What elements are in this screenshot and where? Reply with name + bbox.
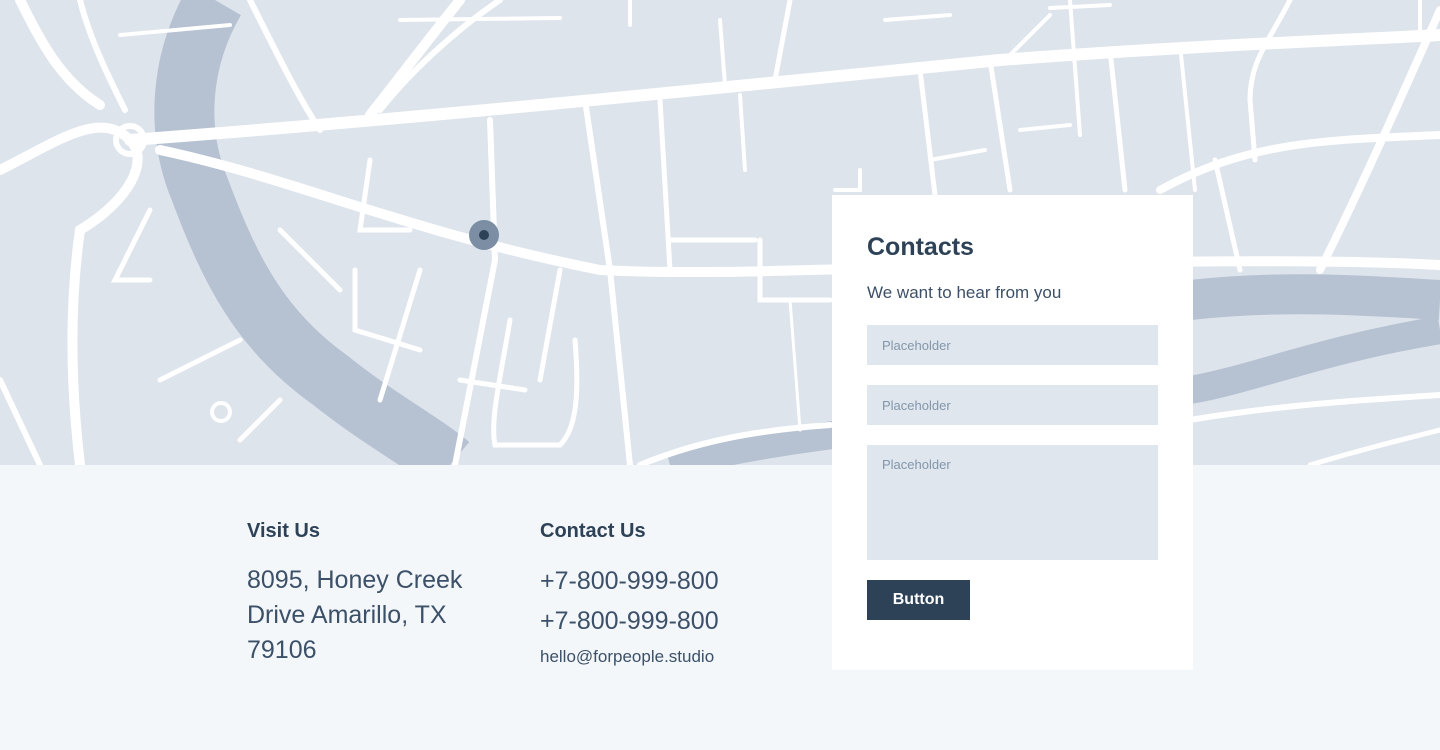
map-graphic <box>0 0 1440 465</box>
phone-number-2[interactable]: +7-800-999-800 <box>540 601 800 641</box>
road-s4 <box>377 267 423 403</box>
form-subtitle: We want to hear from you <box>867 283 1062 302</box>
road-c6 <box>1018 123 1072 132</box>
road-w2 <box>157 337 243 383</box>
map[interactable] <box>0 0 1440 465</box>
road-v5 <box>772 0 793 83</box>
road-v4 <box>738 93 747 172</box>
road-v6 <box>917 67 938 198</box>
road-nw <box>15 0 105 110</box>
road-west-loop <box>0 122 143 465</box>
road-se-2 <box>1307 427 1440 465</box>
road-main-e <box>155 145 1440 278</box>
location-pin-icon[interactable] <box>469 220 499 250</box>
road-north-2 <box>247 0 323 133</box>
phone-list: +7-800-999-800 +7-800-999-800 <box>540 561 800 641</box>
road-s1 <box>537 267 563 383</box>
road-c5 <box>833 168 862 192</box>
road-c3 <box>788 298 802 432</box>
form-title: Contacts <box>867 233 974 261</box>
second-input-field[interactable] <box>867 385 1158 425</box>
email-link[interactable]: hello@forpeople.studio <box>540 647 800 667</box>
road-v11 <box>1212 157 1243 273</box>
road-ne-arc <box>1247 0 1293 163</box>
road-v8 <box>1068 0 1082 137</box>
submit-button[interactable]: Button <box>867 580 970 620</box>
road-w5 <box>110 207 153 283</box>
contacts-form-card: Contacts We want to hear from you Button <box>832 195 1193 670</box>
road-s2 <box>491 317 580 448</box>
road-east-curve <box>1156 131 1440 194</box>
message-textarea[interactable] <box>867 445 1158 560</box>
visit-us-section: Visit Us 8095, Honey Creek Drive Amarill… <box>247 520 507 668</box>
visit-us-title: Visit Us <box>247 520 320 542</box>
road-se <box>1187 392 1440 423</box>
road-w4 <box>0 377 43 465</box>
road-n-top5 <box>718 18 727 87</box>
river-east-upper <box>1187 274 1440 320</box>
road-w1 <box>277 227 343 293</box>
road-n-top <box>398 16 562 22</box>
road-v9 <box>1107 47 1128 193</box>
visit-us-address: 8095, Honey Creek Drive Amarillo, TX 791… <box>247 566 463 664</box>
contact-us-title: Contact Us <box>540 520 646 542</box>
first-input-field[interactable] <box>867 325 1158 365</box>
road-v10 <box>1178 43 1197 192</box>
road-n-top7 <box>1008 13 1052 57</box>
phone-number-1[interactable]: +7-800-999-800 <box>540 561 800 601</box>
road-n-top6 <box>883 13 952 22</box>
road-v2 <box>582 97 633 465</box>
road-v1 <box>452 117 499 465</box>
road-w3 <box>237 397 283 443</box>
road-main-ne <box>124 29 1440 146</box>
road-c4 <box>928 148 987 162</box>
road-n-top3 <box>1048 3 1112 10</box>
road-north-3 <box>365 0 465 120</box>
road-v7 <box>987 57 1013 193</box>
road-diag-1 <box>377 0 503 113</box>
road-v3 <box>657 97 673 273</box>
road-ring-small <box>210 401 233 423</box>
contact-us-section: Contact Us +7-800-999-800 +7-800-999-800… <box>540 520 800 667</box>
